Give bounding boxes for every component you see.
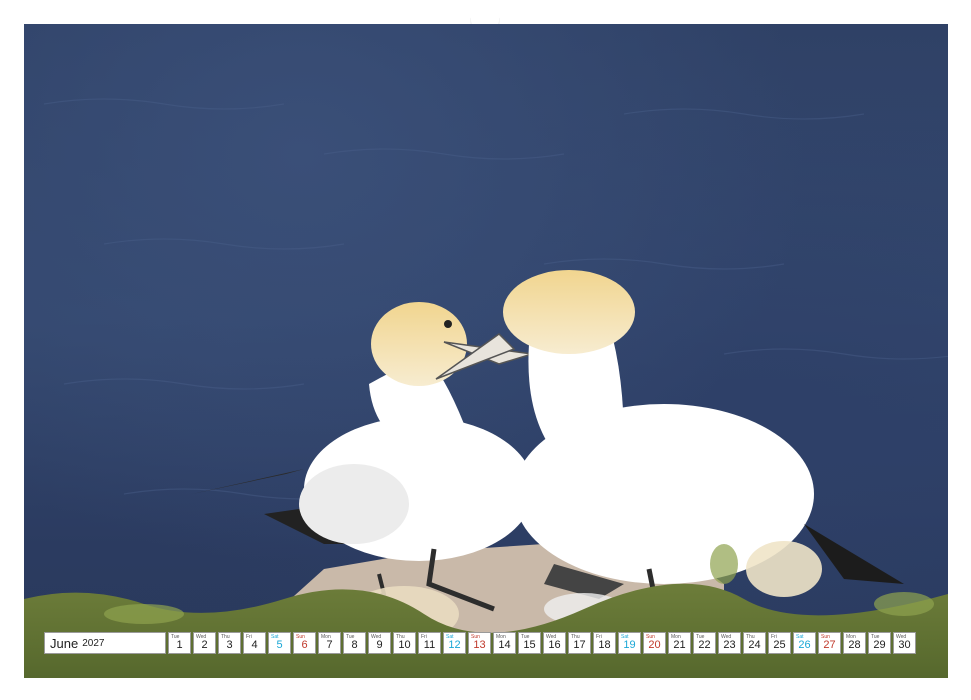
calendar-day: Wed 23: [718, 632, 741, 654]
day-number: 11: [423, 639, 436, 651]
month-name: June: [50, 635, 79, 651]
day-number: 17: [573, 639, 586, 651]
calendar-day: Fri 4: [243, 632, 266, 654]
day-number: 7: [326, 639, 333, 651]
day-number: 4: [251, 639, 258, 651]
right-gannet-head: [503, 270, 635, 354]
day-number: 21: [673, 639, 686, 651]
day-number: 30: [898, 639, 911, 651]
calendar-day: Wed 16: [543, 632, 566, 654]
calendar-day: Wed 30: [893, 632, 916, 654]
calendar-day: Sun 20: [643, 632, 666, 654]
day-number: 29: [873, 639, 886, 651]
day-number: 2: [201, 639, 208, 651]
day-number: 24: [748, 639, 761, 651]
calendar-day: Thu 3: [218, 632, 241, 654]
calendar-day: Tue 29: [868, 632, 891, 654]
day-number: 23: [723, 639, 736, 651]
calendar-day: Thu 10: [393, 632, 416, 654]
day-number: 5: [276, 639, 283, 651]
calendar-day: Thu 17: [568, 632, 591, 654]
calendar-day: Wed 2: [193, 632, 216, 654]
calendar-day: Sat 26: [793, 632, 816, 654]
day-number: 10: [398, 639, 411, 651]
day-number: 22: [698, 639, 711, 651]
day-number: 15: [523, 639, 536, 651]
calendar-day: Fri 11: [418, 632, 441, 654]
day-number: 28: [848, 639, 861, 651]
day-number: 8: [351, 639, 358, 651]
calendar-strip: June 2027 Tue 1 Wed 2 Thu 3 Fri 4 Sat 5 Sun 6 Mon 7 Tu…: [44, 632, 916, 654]
month-year: 2027: [82, 637, 105, 649]
calendar-day: Tue 22: [693, 632, 716, 654]
day-number: 25: [773, 639, 786, 651]
calendar-day: Mon 7: [318, 632, 341, 654]
calendar-day: Wed 9: [368, 632, 391, 654]
day-number: 20: [648, 639, 661, 651]
day-number: 9: [376, 639, 383, 651]
calendar-day: Mon 14: [493, 632, 516, 654]
day-number: 26: [798, 639, 811, 651]
calendar-day: Tue 8: [343, 632, 366, 654]
photo-illustration: [24, 98, 948, 678]
calendar-day: Sun 13: [468, 632, 491, 654]
calendar-day: Tue 1: [168, 632, 191, 654]
calendar-day: Sun 27: [818, 632, 841, 654]
calendar-day: Sat 5: [268, 632, 291, 654]
day-number: 1: [176, 639, 183, 651]
day-number: 3: [226, 639, 233, 651]
calendar-day: Thu 24: [743, 632, 766, 654]
calendar-day: Mon 28: [843, 632, 866, 654]
day-number: 12: [448, 639, 461, 651]
day-number: 6: [301, 639, 308, 651]
gannets-photo: [24, 24, 948, 678]
calendar-day: Fri 18: [593, 632, 616, 654]
day-number: 16: [548, 639, 561, 651]
day-number: 18: [598, 639, 611, 651]
day-number: 27: [823, 639, 836, 651]
calendar-day: Mon 21: [668, 632, 691, 654]
calendar-day: Tue 15: [518, 632, 541, 654]
calendar-day: Fri 25: [768, 632, 791, 654]
calendar-day: Sat 19: [618, 632, 641, 654]
day-number: 13: [473, 639, 486, 651]
calendar-day: Sat 12: [443, 632, 466, 654]
day-number: 19: [623, 639, 636, 651]
day-number: 14: [498, 639, 511, 651]
month-label: June 2027: [44, 632, 166, 654]
calendar-day: Sun 6: [293, 632, 316, 654]
